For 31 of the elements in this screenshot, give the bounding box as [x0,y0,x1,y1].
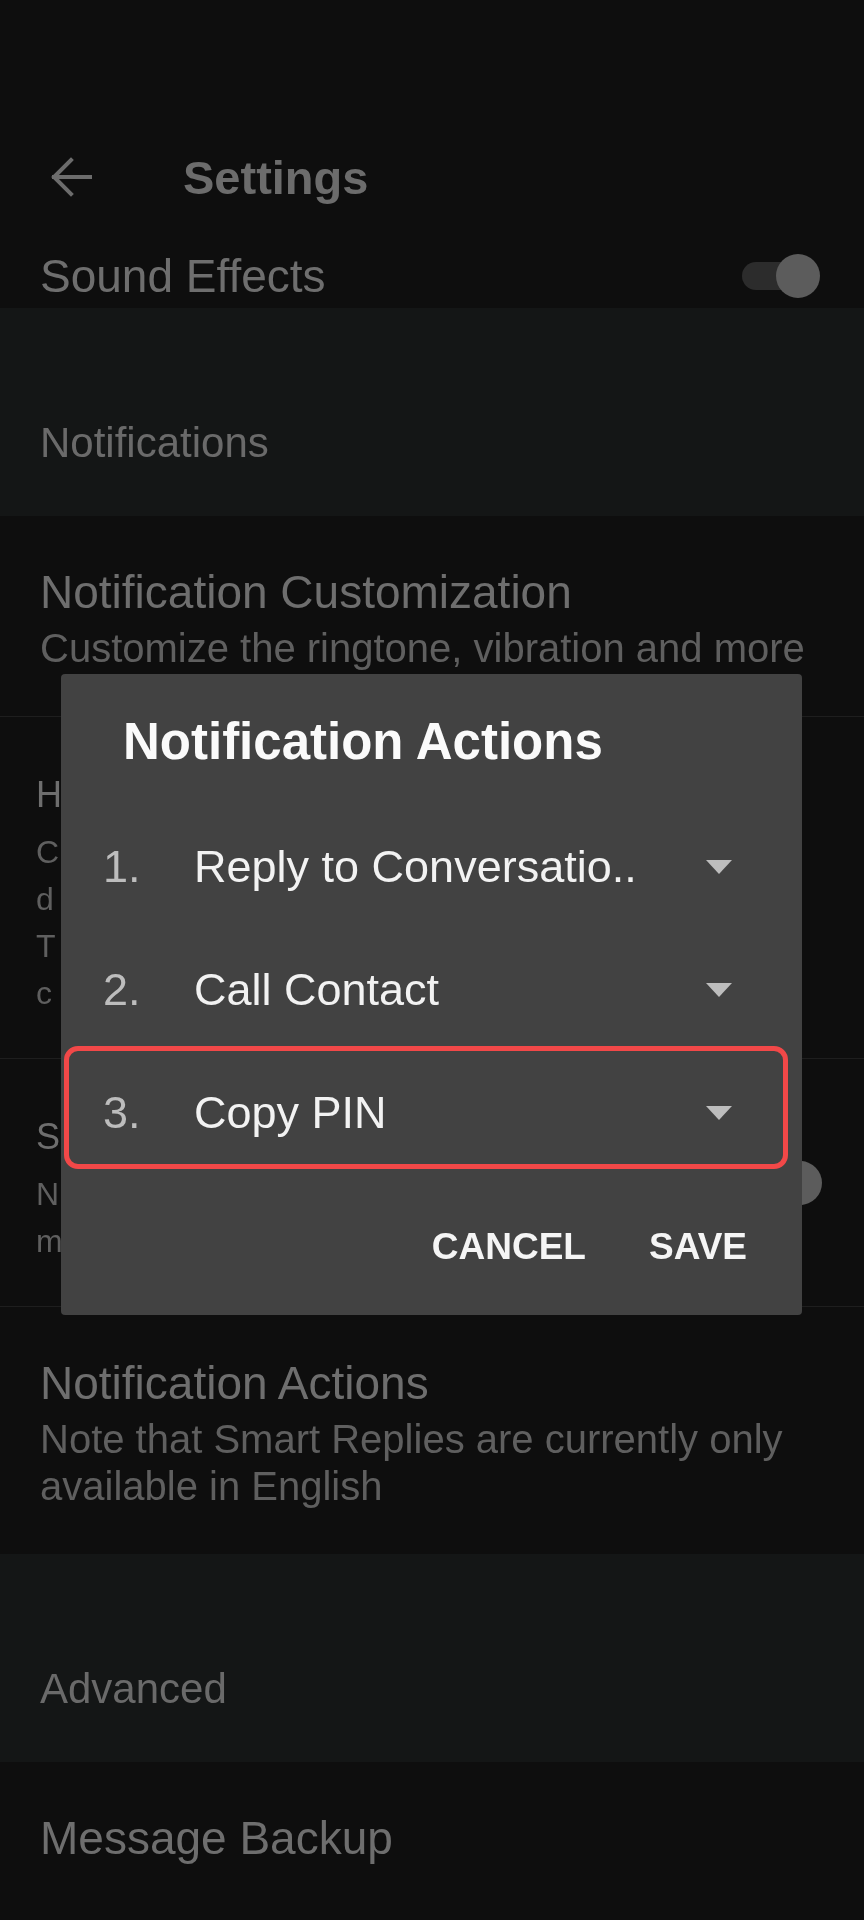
setting-title[interactable]: Message Backup [40,1813,393,1863]
toggle-switch[interactable] [802,1161,822,1205]
section-header: Advanced [40,1668,227,1710]
setting-summary: N [36,1177,60,1210]
setting-summary: c [36,976,52,1009]
setting-title[interactable]: Sound Effects [40,251,326,301]
dialog-button[interactable]: CANCEL [415,1210,602,1282]
setting-summary: d [36,882,54,915]
action-number: 3. [103,1087,141,1138]
setting-summary: C [36,835,60,868]
setting-summary: Customize the ringtone, vibration and more [40,625,805,672]
caret-icon [706,982,732,997]
setting-summary: m [36,1224,63,1257]
setting-title: S [36,1119,60,1155]
action-dropdown[interactable]: Call Contact [194,967,732,1012]
action-number: 2. [103,964,141,1015]
setting-title[interactable]: Notification Customization [40,567,572,617]
setting-summary: Note that Smart Replies are currently only available in English [40,1416,784,1510]
caret-icon [706,859,732,874]
caret-icon [706,1105,732,1120]
action-number: 1. [103,841,141,892]
setting-title[interactable]: Notification Actions [40,1358,429,1408]
section-header: Notifications [40,422,269,464]
action-dropdown[interactable]: Copy PIN [194,1090,732,1135]
dialog-title: Notification Actions [123,712,603,772]
back-arrow-icon[interactable] [50,157,92,197]
setting-summary: T [36,929,56,962]
setting-title: H [36,777,62,813]
toggle-switch[interactable] [742,254,820,298]
action-dropdown[interactable]: Reply to Conversatio.. [194,844,732,889]
dialog-button[interactable]: SAVE [633,1210,763,1282]
